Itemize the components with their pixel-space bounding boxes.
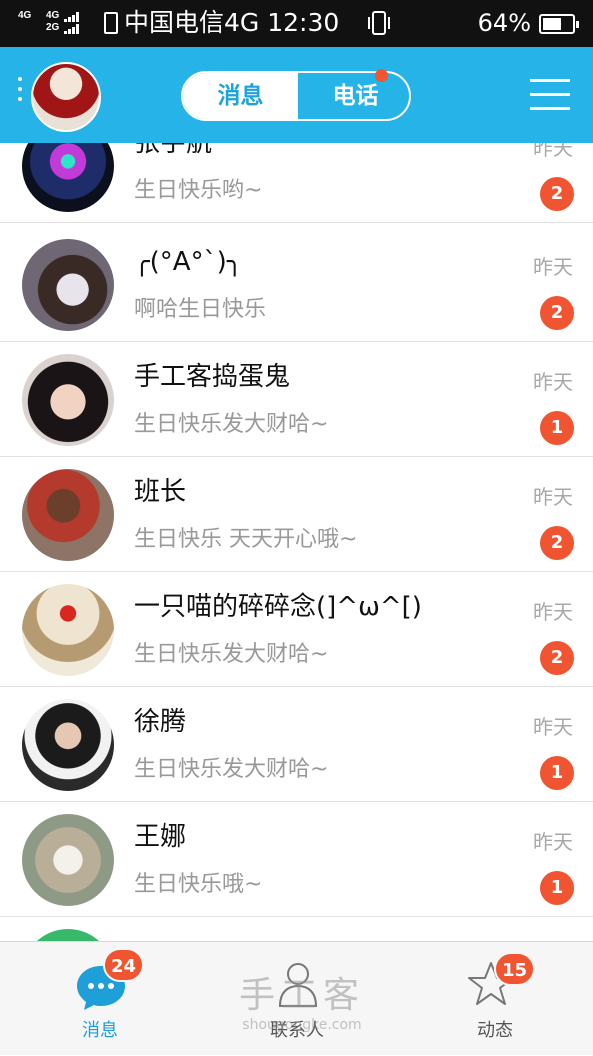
contact-name: 一只喵的碎碎念(]^ω^[) xyxy=(134,592,422,622)
status-right: 64% xyxy=(367,7,579,39)
contact-name: ╭(°A°`)╮ xyxy=(134,247,243,277)
message-preview: 生日快乐发大财哈~ xyxy=(134,642,329,667)
watermark-url: shougongke.com xyxy=(242,1017,362,1033)
carrier-time: 中国电信4G 12:30 xyxy=(104,7,339,39)
tab-messages[interactable]: 消息 xyxy=(183,73,298,119)
tab-label: 消息 xyxy=(82,1020,118,1041)
message-preview: 生日快乐 天天开心哦~ xyxy=(134,527,358,552)
message-time: 昨天 xyxy=(533,715,573,739)
carrier-name: 中国电信4G xyxy=(124,8,260,37)
messages-badge: 24 xyxy=(103,948,145,982)
menu-icon[interactable] xyxy=(530,77,570,111)
vibrate-icon xyxy=(367,11,390,35)
unread-badge: 1 xyxy=(540,411,574,445)
signal-icon-secondary xyxy=(64,24,80,34)
contact-avatar[interactable] xyxy=(22,929,114,941)
contact-name: 班长 xyxy=(134,477,187,507)
conversation-row[interactable]: 张宇航 生日快乐哟~ 昨天 2 xyxy=(0,143,593,223)
tab-messages-bottom[interactable]: 消息 24 xyxy=(25,942,175,1056)
unread-badge: 1 xyxy=(540,871,574,905)
message-preview: 生日快乐哟~ xyxy=(134,178,263,203)
contact-name: 手工客捣蛋鬼 xyxy=(134,362,291,392)
contact-name: 徐腾 xyxy=(134,707,187,737)
more-dots-icon[interactable] xyxy=(18,77,22,107)
contact-avatar[interactable] xyxy=(22,354,114,446)
message-time: 昨天 xyxy=(533,370,573,394)
message-time: 昨天 xyxy=(533,143,573,160)
calls-notification-dot xyxy=(375,69,388,82)
conversation-row[interactable]: 王娜 生日快乐哦~ 昨天 1 xyxy=(0,802,593,917)
contact-avatar[interactable] xyxy=(22,699,114,791)
tab-label: 动态 xyxy=(477,1020,513,1041)
unread-badge: 1 xyxy=(540,756,574,790)
status-bar: 4G 4G 2G 中国电信4G 12:30 64% xyxy=(0,0,593,47)
conversation-list[interactable]: 张宇航 生日快乐哟~ 昨天 2 ╭(°A°`)╮ 啊哈生日快乐 昨天 2 手工客… xyxy=(0,143,593,941)
conversation-row[interactable]: 班长 生日快乐 天天开心哦~ 昨天 2 xyxy=(0,457,593,572)
sim-icon xyxy=(104,12,118,34)
conversation-row[interactable]: 手工客捣蛋鬼 生日快乐发大财哈~ 昨天 1 xyxy=(0,342,593,457)
contact-avatar[interactable] xyxy=(22,814,114,906)
message-time: 昨天 xyxy=(533,255,573,279)
message-time: 昨天 xyxy=(533,830,573,854)
conversation-row[interactable]: 一只喵的碎碎念(]^ω^[) 生日快乐发大财哈~ 昨天 2 xyxy=(0,572,593,687)
watermark: 手工客 shougongke.com xyxy=(232,976,372,1046)
message-time: 昨天 xyxy=(533,485,573,509)
message-time: 昨天 xyxy=(533,600,573,624)
unread-badge: 2 xyxy=(540,641,574,675)
contact-name: 王娜 xyxy=(134,822,187,852)
clock: 12:30 xyxy=(267,8,340,37)
contact-name: 张宇航 xyxy=(134,143,213,158)
network-4g-small-label: 4G xyxy=(46,10,60,21)
tab-calls[interactable]: 电话 xyxy=(298,73,409,119)
unread-badge: 2 xyxy=(540,177,574,211)
top-header: 消息 电话 xyxy=(0,47,593,143)
watermark-text: 手工客 xyxy=(238,975,365,1016)
moments-badge: 15 xyxy=(494,952,536,986)
conversation-row[interactable]: 徐腾 生日快乐发大财哈~ 昨天 1 xyxy=(0,687,593,802)
contact-avatar[interactable] xyxy=(22,239,114,331)
battery-percent: 64% xyxy=(477,9,531,37)
battery-icon xyxy=(539,14,579,34)
signal-icon xyxy=(64,12,80,22)
message-preview: 生日快乐哦~ xyxy=(134,872,263,897)
unread-badge: 2 xyxy=(540,296,574,330)
network-4g-label: 4G xyxy=(18,10,32,21)
message-preview: 啊哈生日快乐 xyxy=(134,297,267,322)
conversation-row[interactable]: ╭(°A°`)╮ 啊哈生日快乐 昨天 2 xyxy=(0,227,593,342)
message-preview: 生日快乐发大财哈~ xyxy=(134,757,329,782)
tab-moments[interactable]: 动态 15 xyxy=(420,942,570,1056)
contact-avatar[interactable] xyxy=(22,584,114,676)
network-indicator: 4G 4G 2G xyxy=(18,8,88,38)
contact-avatar[interactable] xyxy=(22,143,114,212)
my-avatar[interactable] xyxy=(31,62,101,132)
contact-avatar[interactable] xyxy=(22,469,114,561)
conversation-row-partial[interactable] xyxy=(0,917,593,941)
network-2g-label: 2G xyxy=(46,22,60,33)
message-preview: 生日快乐发大财哈~ xyxy=(134,412,329,437)
unread-badge: 2 xyxy=(540,526,574,560)
